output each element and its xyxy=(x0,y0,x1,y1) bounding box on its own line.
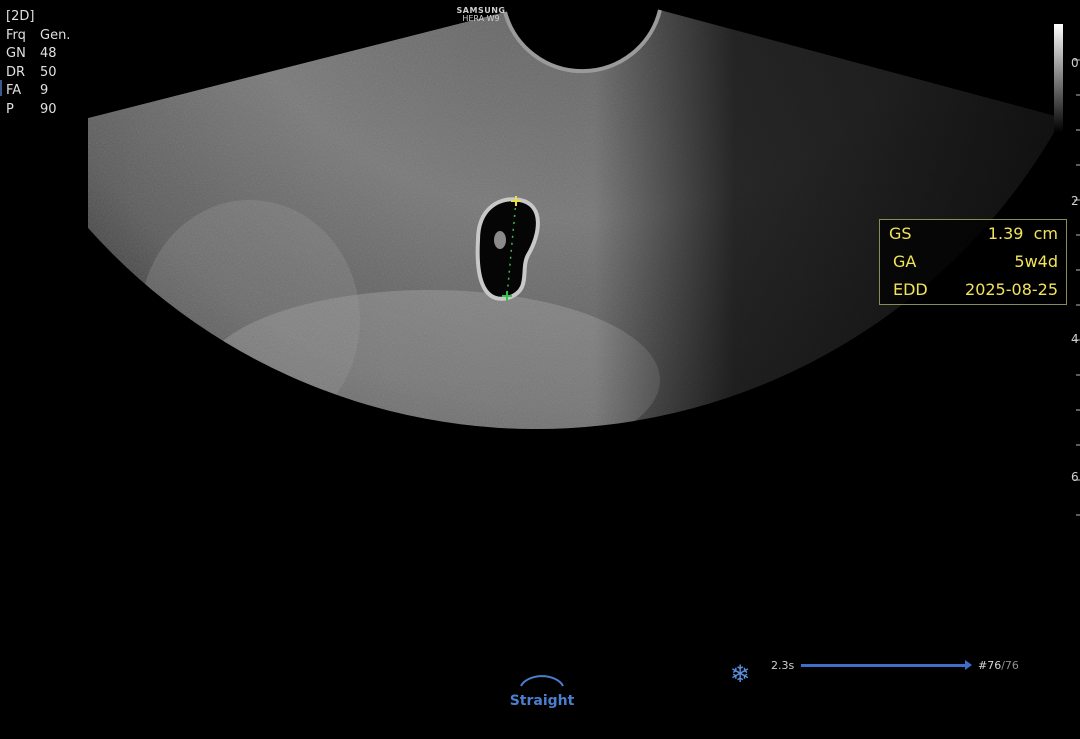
measurement-edd: EDD 2025-08-25 xyxy=(893,280,1058,299)
cine-duration: 2.3s xyxy=(771,659,795,672)
probe-orientation-icon xyxy=(520,675,564,687)
cine-frame-counter: #76/76 xyxy=(978,659,1019,672)
device-logo: SAMSUNG HERA W9 xyxy=(456,6,506,23)
measurement-gs: GS 1.39 cm xyxy=(889,224,1058,243)
cine-end-marker[interactable] xyxy=(965,660,972,670)
yolk-sac xyxy=(494,231,506,249)
left-edge-marker xyxy=(0,80,2,96)
ultrasound-image xyxy=(88,9,1062,430)
measurement-results-box: GS 1.39 cm GA 5w4d EDD 2025-08-25 xyxy=(879,219,1067,305)
depth-label-2: 2 xyxy=(1071,194,1079,208)
probe-orientation-label[interactable]: Straight xyxy=(498,693,586,709)
imaging-parameters: [2D] Frq Gen. GN 48 DR 50 FA 9 P 90 xyxy=(6,8,70,119)
param-dr: DR 50 xyxy=(6,64,57,80)
freeze-icon[interactable]: ❄ xyxy=(730,662,750,686)
depth-label-0: 0 xyxy=(1071,56,1079,70)
depth-label-6: 6 xyxy=(1071,470,1079,484)
param-p: P 90 xyxy=(6,101,57,117)
grayscale-bar xyxy=(1054,24,1063,132)
mode-label: [2D] xyxy=(6,9,35,24)
cine-progress-bar[interactable] xyxy=(801,664,967,667)
param-gn: GN 48 xyxy=(6,46,57,61)
measurement-ga: GA 5w4d xyxy=(893,252,1058,271)
param-fa: FA 9 xyxy=(6,83,49,98)
depth-scale xyxy=(1074,59,1080,516)
depth-label-4: 4 xyxy=(1071,332,1079,346)
param-frq: Frq Gen. xyxy=(6,27,71,43)
